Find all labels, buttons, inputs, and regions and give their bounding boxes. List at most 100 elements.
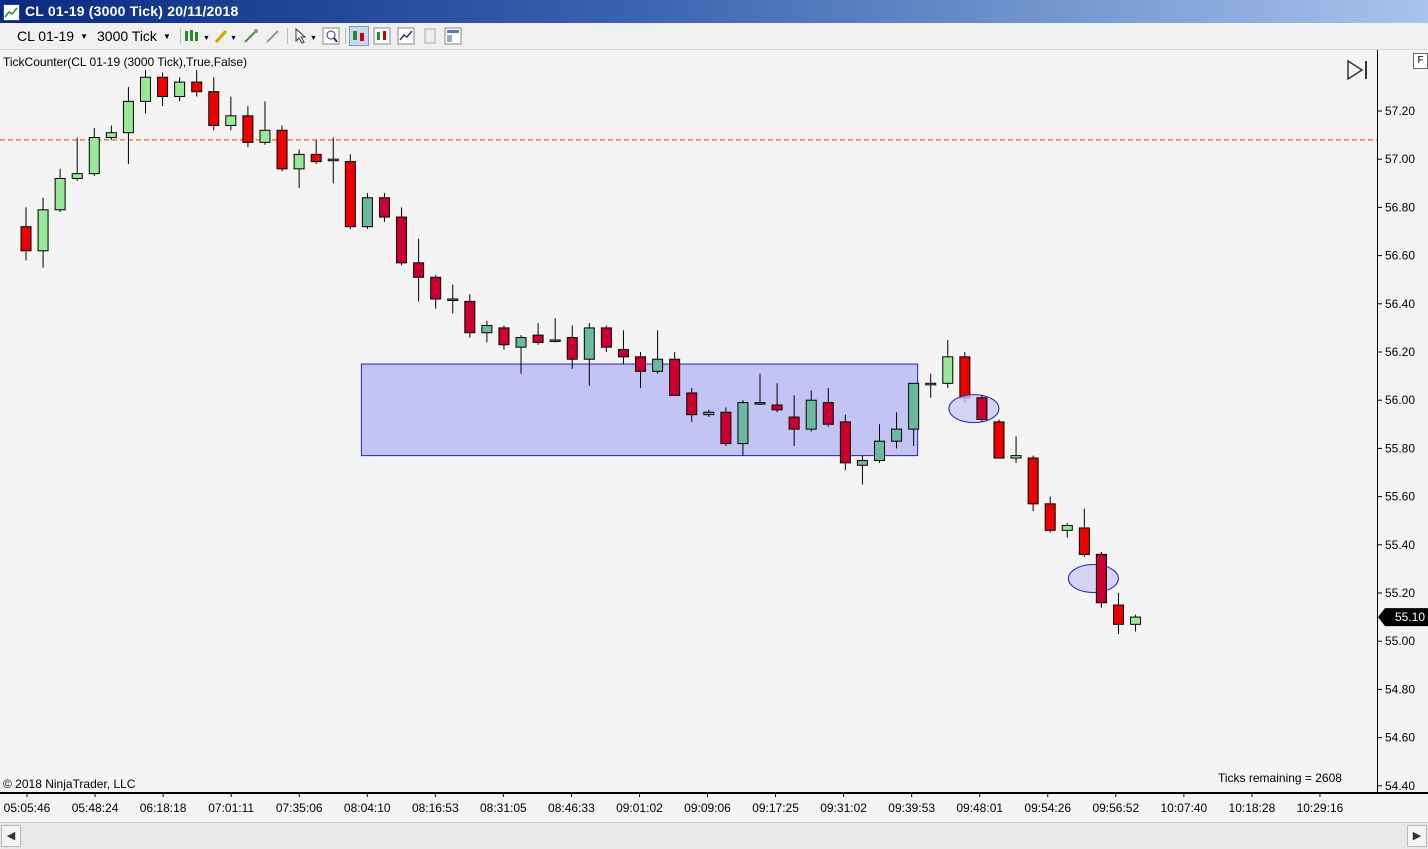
candle-body bbox=[669, 358, 681, 396]
candle-body bbox=[327, 158, 339, 162]
candle bbox=[139, 70, 151, 114]
candle bbox=[498, 325, 510, 350]
time-tick: 07:35:06 bbox=[276, 793, 323, 815]
copyright-text: © 2018 NinjaTrader, LLC bbox=[3, 777, 136, 791]
candle-body bbox=[139, 76, 151, 102]
price-tick: 55.40 bbox=[1378, 538, 1415, 552]
time-tick-label: 09:39:53 bbox=[888, 801, 935, 815]
instrument-label: CL 01-19 bbox=[17, 28, 75, 44]
candle bbox=[293, 149, 305, 189]
candle bbox=[242, 106, 254, 148]
toolbar-divider bbox=[180, 28, 181, 44]
candle-body bbox=[566, 337, 578, 360]
crosshair-icon[interactable] bbox=[242, 27, 260, 45]
candle-body bbox=[720, 411, 732, 445]
candle-body bbox=[396, 216, 408, 264]
candle-body bbox=[1061, 525, 1073, 531]
time-tick-label: 10:18:28 bbox=[1229, 801, 1276, 815]
price-tick: 55.60 bbox=[1378, 490, 1415, 504]
price-tick: 56.80 bbox=[1378, 200, 1415, 214]
bar-marker-ellipse[interactable] bbox=[1067, 564, 1119, 594]
price-tick: 57.20 bbox=[1378, 104, 1415, 118]
bar-marker-ellipse[interactable] bbox=[948, 394, 1000, 424]
candle-body bbox=[959, 356, 971, 399]
candle-body bbox=[464, 300, 476, 334]
candle bbox=[1130, 614, 1142, 632]
candle-body bbox=[771, 404, 783, 411]
candle bbox=[447, 284, 459, 314]
time-tick: 09:39:53 bbox=[888, 793, 935, 815]
template-icon[interactable] bbox=[421, 27, 439, 45]
candle-body bbox=[20, 226, 32, 252]
candle-body bbox=[805, 399, 817, 430]
candle bbox=[617, 330, 629, 365]
candle-body bbox=[378, 197, 390, 218]
zoom-icon[interactable] bbox=[322, 27, 340, 45]
time-tick-label: 05:05:46 bbox=[4, 801, 51, 815]
line-chart-icon[interactable] bbox=[397, 27, 415, 45]
price-axis[interactable]: 57.20 57.00 56.80 56.60 56.40 56.20 56.00 55.80… bbox=[1377, 50, 1428, 792]
instrument-selector[interactable]: CL 01-19 ▼ bbox=[9, 27, 88, 45]
candle-body bbox=[754, 402, 766, 405]
price-tick: 55.00 bbox=[1378, 634, 1415, 648]
candle-body bbox=[976, 397, 988, 420]
price-plot[interactable] bbox=[0, 50, 1377, 792]
time-tick-label: 09:54:26 bbox=[1024, 801, 1071, 815]
candle bbox=[993, 419, 1005, 459]
candle bbox=[856, 455, 868, 485]
candle bbox=[549, 318, 561, 343]
last-price-label: 55.10 bbox=[1395, 610, 1425, 624]
time-axis[interactable]: 05:05:46 05:48:24 06:18:18 07:01:11 07:35:06… bbox=[0, 792, 1428, 823]
interval-selector[interactable]: 3000 Tick ▼ bbox=[97, 27, 171, 45]
horizontal-scrollbar[interactable]: ◀ ▶ bbox=[0, 822, 1428, 849]
time-tick: 09:17:25 bbox=[752, 793, 799, 815]
candle bbox=[430, 274, 442, 309]
interval-label: 3000 Tick bbox=[97, 28, 157, 44]
price-tick: 55.20 bbox=[1378, 586, 1415, 600]
candle-body bbox=[891, 428, 903, 442]
scroll-right-icon[interactable]: ▶ bbox=[1407, 825, 1427, 847]
ticks-remaining-text: Ticks remaining = 2608 bbox=[1218, 771, 1342, 785]
jump-to-end-icon[interactable] bbox=[1346, 59, 1370, 81]
pointer-icon[interactable]: ▼ bbox=[293, 27, 319, 45]
candle bbox=[225, 96, 237, 131]
time-tick: 08:04:10 bbox=[344, 793, 391, 815]
candle bbox=[481, 320, 493, 343]
bar-type-icon[interactable]: ▼ bbox=[183, 27, 211, 45]
candle bbox=[71, 137, 83, 181]
chart-app-icon bbox=[3, 4, 20, 21]
candle-body bbox=[1044, 503, 1056, 531]
candle-body bbox=[1010, 455, 1022, 459]
chevron-down-icon: ▼ bbox=[162, 31, 171, 41]
candle-body bbox=[635, 356, 647, 372]
properties-icon[interactable] bbox=[444, 27, 462, 45]
price-tick-label: 56.40 bbox=[1385, 297, 1415, 311]
candle bbox=[310, 139, 322, 165]
consolidation-zone[interactable] bbox=[360, 363, 919, 457]
candlestick-icon[interactable] bbox=[349, 26, 369, 46]
candle-body bbox=[37, 209, 49, 252]
candle bbox=[600, 325, 612, 352]
candle bbox=[327, 137, 339, 184]
price-tick-label: 56.00 bbox=[1385, 393, 1415, 407]
time-tick-label: 09:48:01 bbox=[956, 801, 1003, 815]
price-tick-label: 55.80 bbox=[1385, 441, 1415, 455]
candle bbox=[1027, 455, 1039, 512]
candle-body bbox=[1095, 553, 1107, 604]
pencil-icon[interactable]: ▼ bbox=[213, 27, 239, 45]
time-tick-labels: 05:05:46 05:48:24 06:18:18 07:01:11 07:35:06… bbox=[4, 793, 1344, 815]
time-tick-label: 09:31:02 bbox=[820, 801, 867, 815]
candle-body bbox=[515, 337, 527, 348]
candle-body bbox=[54, 177, 66, 211]
price-tick: 54.80 bbox=[1378, 682, 1415, 696]
time-tick: 09:56:52 bbox=[1092, 793, 1139, 815]
candle bbox=[105, 125, 117, 140]
bars-icon[interactable] bbox=[373, 27, 391, 45]
candle-body bbox=[993, 421, 1005, 459]
candle bbox=[191, 70, 203, 97]
time-tick: 10:18:28 bbox=[1229, 793, 1276, 815]
scroll-icon[interactable] bbox=[264, 27, 282, 45]
candle bbox=[1078, 508, 1090, 557]
candle-body bbox=[856, 459, 868, 466]
scroll-left-icon[interactable]: ◀ bbox=[1, 825, 21, 847]
